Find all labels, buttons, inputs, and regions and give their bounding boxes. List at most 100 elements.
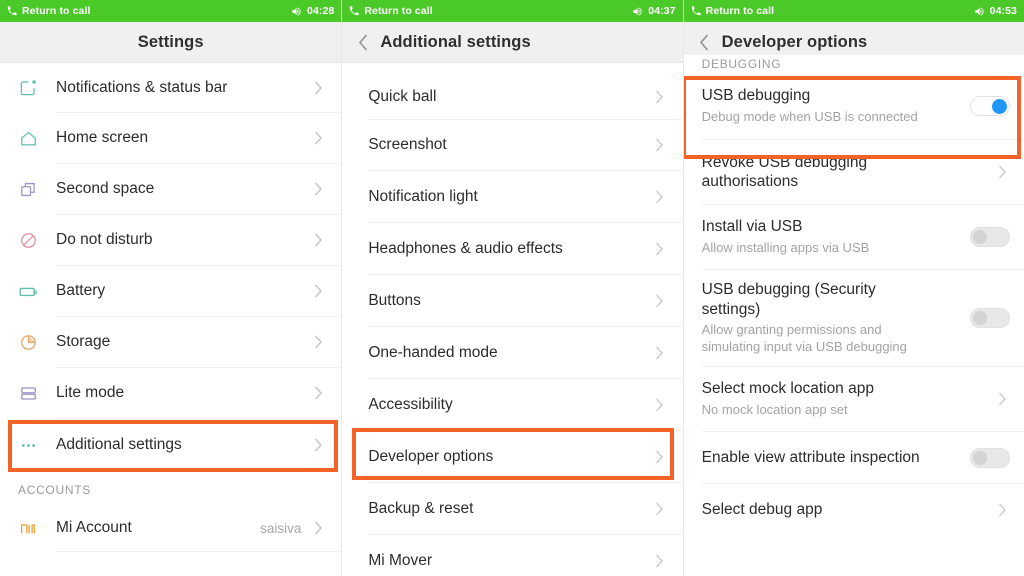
mi-account-value: saisiva: [260, 521, 301, 536]
three-panel-screenshot: Return to call 04:28 Settings Notificati…: [0, 0, 1024, 576]
sidebar-item-home-screen[interactable]: Home screen: [0, 113, 341, 163]
phone-icon: [7, 6, 17, 16]
list-item-revoke-usb-debugging[interactable]: Revoke USB debugging authorisations: [684, 140, 1024, 204]
status-bar-left: Return to call 04:28: [0, 0, 341, 22]
chevron-right-icon: [653, 346, 667, 360]
sidebar-item-label: Lite mode: [56, 383, 311, 402]
chevron-right-icon: [311, 521, 325, 535]
divider: [56, 551, 341, 552]
sidebar-item-label: Storage: [56, 332, 311, 351]
chevron-right-icon: [996, 392, 1010, 406]
speaker-icon: [291, 6, 302, 17]
status-time: 04:28: [307, 5, 334, 17]
chevron-right-icon: [653, 450, 667, 464]
list-item-label: Screenshot: [368, 135, 652, 154]
do-not-disturb-icon: [0, 231, 56, 250]
list-item-label: USB debugging (Security settings): [702, 280, 932, 319]
list-item-enable-view-attribute-inspection[interactable]: Enable view attribute inspection: [684, 432, 1024, 483]
storage-icon: [0, 333, 56, 352]
chevron-right-icon: [653, 398, 667, 412]
chevron-right-icon: [653, 242, 667, 256]
list-item-usb-debugging-security[interactable]: USB debugging (Security settings) Allow …: [684, 270, 1024, 366]
section-header-debugging: DEBUGGING: [684, 55, 1024, 73]
back-button[interactable]: [697, 34, 713, 50]
chevron-right-icon: [653, 138, 667, 152]
page-title: Settings: [138, 33, 204, 52]
sidebar-item-lite-mode[interactable]: Lite mode: [0, 368, 341, 418]
list-item-label: Notification light: [368, 187, 652, 206]
sidebar-item-second-space[interactable]: Second space: [0, 164, 341, 214]
back-button[interactable]: [355, 34, 371, 50]
section-header-accounts: ACCOUNTS: [0, 471, 341, 505]
usb-debugging-toggle[interactable]: [970, 96, 1010, 116]
lite-mode-icon: [0, 384, 56, 403]
sidebar-item-battery[interactable]: Battery: [0, 266, 341, 316]
toggle-knob: [992, 99, 1007, 114]
status-right-left: 04:28: [291, 5, 334, 17]
install-via-usb-toggle[interactable]: [970, 227, 1010, 247]
phone-icon: [691, 6, 701, 16]
chevron-right-icon: [311, 81, 325, 95]
chevron-right-icon: [311, 284, 325, 298]
list-item-label: Quick ball: [368, 87, 652, 106]
sidebar-item-label: Additional settings: [56, 435, 311, 454]
status-time: 04:37: [648, 5, 675, 17]
sidebar-item-label: Do not disturb: [56, 230, 311, 249]
chevron-right-icon: [653, 190, 667, 204]
list-item-sublabel: Debug mode when USB is connected: [702, 109, 970, 126]
sidebar-item-additional-settings[interactable]: Additional settings: [0, 419, 341, 471]
header-settings: Settings: [0, 22, 341, 63]
mi-logo-icon: [0, 519, 56, 537]
list-item-developer-options[interactable]: Developer options: [342, 431, 682, 482]
status-time: 04:53: [990, 5, 1017, 17]
list-item-buttons[interactable]: Buttons: [342, 275, 682, 326]
list-item-usb-debugging[interactable]: USB debugging Debug mode when USB is con…: [684, 73, 1024, 139]
speaker-icon: [632, 6, 643, 17]
notifications-icon: [0, 78, 56, 97]
developer-options-list: DEBUGGING USB debugging Debug mode when …: [684, 55, 1024, 568]
list-item-mi-mover[interactable]: Mi Mover: [342, 535, 682, 576]
sidebar-item-do-not-disturb[interactable]: Do not disturb: [0, 215, 341, 265]
list-item-label: Headphones & audio effects: [368, 239, 652, 258]
list-item-install-via-usb[interactable]: Install via USB Allow installing apps vi…: [684, 205, 1024, 269]
list-item-one-handed-mode[interactable]: One-handed mode: [342, 327, 682, 378]
additional-settings-list: Quick ball Screenshot Notification light…: [342, 63, 682, 576]
chevron-right-icon: [653, 502, 667, 516]
chevron-right-icon: [311, 182, 325, 196]
sidebar-item-notifications[interactable]: Notifications & status bar: [0, 63, 341, 112]
sidebar-item-label: Mi Account: [56, 518, 260, 537]
panel-developer-options: Return to call 04:53 Developer options D…: [683, 0, 1024, 576]
status-right-mid: 04:37: [632, 5, 675, 17]
chevron-right-icon: [996, 503, 1010, 517]
chevron-right-icon: [311, 386, 325, 400]
list-item-select-debug-app[interactable]: Select debug app: [684, 484, 1024, 535]
phone-icon: [349, 6, 359, 16]
sidebar-item-label: Battery: [56, 281, 311, 300]
chevron-right-icon: [311, 233, 325, 247]
return-to-call-indicator[interactable]: Return to call: [349, 5, 433, 17]
list-item-backup-reset[interactable]: Backup & reset: [342, 483, 682, 534]
header-additional-settings: Additional settings: [342, 22, 682, 63]
list-item-accessibility[interactable]: Accessibility: [342, 379, 682, 430]
chevron-right-icon: [996, 165, 1010, 179]
list-item-notification-light[interactable]: Notification light: [342, 171, 682, 222]
chevron-right-icon: [653, 90, 667, 104]
list-item-label: Select debug app: [702, 500, 996, 519]
list-item-headphones-audio-effects[interactable]: Headphones & audio effects: [342, 223, 682, 274]
sidebar-item-storage[interactable]: Storage: [0, 317, 341, 367]
toggle-knob: [973, 230, 987, 244]
list-item-label: Backup & reset: [368, 499, 652, 518]
return-to-call-indicator[interactable]: Return to call: [7, 5, 91, 17]
status-bar-right: Return to call 04:53: [684, 0, 1024, 22]
return-to-call-label: Return to call: [22, 5, 91, 17]
panel-additional-settings: Return to call 04:37 Additional settings…: [341, 0, 682, 576]
return-to-call-indicator[interactable]: Return to call: [691, 5, 775, 17]
enable-view-attribute-inspection-toggle[interactable]: [970, 448, 1010, 468]
return-to-call-label: Return to call: [364, 5, 433, 17]
list-item-quick-ball[interactable]: Quick ball: [342, 75, 682, 119]
chevron-right-icon: [653, 554, 667, 568]
usb-debugging-security-toggle[interactable]: [970, 308, 1010, 328]
list-item-select-mock-location-app[interactable]: Select mock location app No mock locatio…: [684, 367, 1024, 431]
sidebar-item-mi-account[interactable]: Mi Account saisiva: [0, 505, 341, 551]
list-item-screenshot[interactable]: Screenshot: [342, 120, 682, 170]
